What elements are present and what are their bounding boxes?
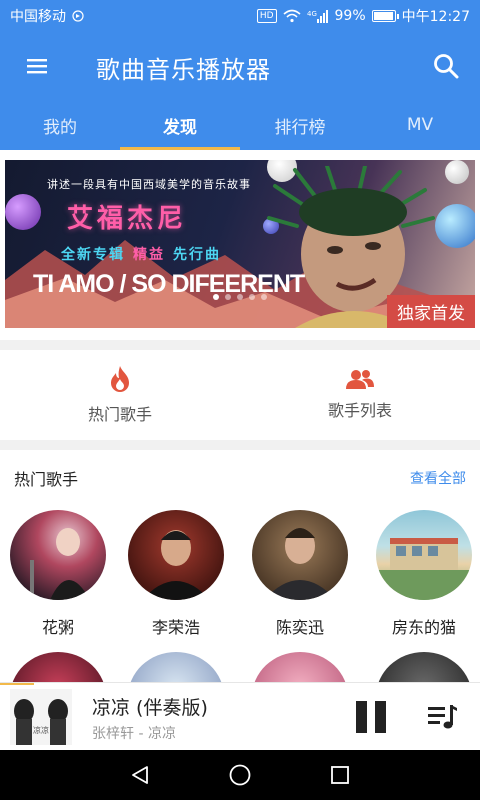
nav-back-button[interactable] (120, 755, 160, 795)
app-title: 歌曲音乐播放器 (96, 56, 271, 84)
tab-bar: 我的 发现 排行榜 MV (0, 100, 480, 150)
avatar (10, 510, 106, 600)
section-title: 热门歌手 (14, 470, 79, 489)
album-name: 精益 (133, 247, 165, 263)
avatar (252, 510, 348, 600)
avatar (376, 510, 472, 600)
mini-player: 凉凉 凉凉 (伴奏版) 张梓轩 - 凉凉 (0, 682, 480, 750)
pause-button[interactable] (356, 701, 386, 733)
avatar-art (376, 538, 472, 600)
planet-white (445, 160, 469, 184)
queue-button[interactable] (428, 703, 458, 731)
tab-discover[interactable]: 发现 (120, 100, 240, 150)
banner-section: 讲述一段具有中国西域美学的音乐故事 艾福杰尼 全新专辑 精益 先行曲 TI AM… (0, 150, 480, 340)
hd-badge: HD (256, 9, 277, 23)
battery-icon (371, 10, 399, 22)
menu-button[interactable] (20, 52, 54, 80)
recents-icon (331, 766, 349, 784)
avatar-art (264, 528, 336, 600)
search-icon (434, 54, 459, 79)
signal-icon: 4G (307, 10, 328, 23)
banner-album-line: 全新专辑 精益 先行曲 (61, 244, 221, 264)
carousel-dot[interactable] (225, 294, 231, 300)
app-bar: 歌曲音乐播放器 (0, 32, 480, 100)
nav-recents-button[interactable] (320, 755, 360, 795)
quick-links: 热门歌手 歌手列表 (0, 350, 480, 440)
singer-avatar-partial[interactable] (376, 652, 472, 682)
playlist-queue-icon (428, 705, 457, 729)
tab-mv[interactable]: MV (360, 100, 480, 150)
battery-percent: 99% (334, 8, 366, 24)
view-all-link[interactable]: 查看全部 (410, 468, 466, 488)
playback-progress (0, 683, 34, 685)
carousel-dots (213, 294, 267, 300)
singer-card[interactable]: 花粥 (10, 510, 106, 638)
status-right: HD 4G 99% 中午12:27 (256, 6, 470, 26)
exclusive-badge[interactable]: 独家首发 (387, 295, 475, 328)
album-cover[interactable]: 凉凉 (10, 689, 72, 745)
avatar-art (30, 528, 90, 600)
hot-singers-section: 热门歌手 查看全部 花粥 李荣浩 陈奕迅 房东的猫 (0, 450, 480, 682)
pause-icon-bar (356, 701, 367, 733)
promo-banner[interactable]: 讲述一段具有中国西域美学的音乐故事 艾福杰尼 全新专辑 精益 先行曲 TI AM… (5, 160, 475, 328)
now-playing-subtitle: 张梓轩 - 凉凉 (92, 726, 176, 742)
album-cover-art: 凉凉 (10, 689, 72, 745)
tab-label: 我的 (43, 117, 77, 138)
singer-avatar-partial[interactable] (252, 652, 348, 682)
avatar (128, 510, 224, 600)
svg-text:凉凉: 凉凉 (33, 725, 49, 735)
nav-home-button[interactable] (220, 755, 260, 795)
hot-singers-link[interactable]: 热门歌手 (0, 350, 240, 440)
search-button[interactable] (430, 50, 462, 82)
singer-avatar-partial[interactable] (128, 652, 224, 682)
singer-card[interactable]: 房东的猫 (376, 510, 472, 638)
battery-fill (373, 12, 394, 20)
hamburger-menu-icon (27, 59, 47, 74)
people-icon (346, 370, 374, 389)
singer-name: 李荣浩 (151, 618, 200, 637)
carousel-dot[interactable] (213, 294, 219, 300)
status-left: 中国移动 (10, 6, 257, 26)
tab-charts[interactable]: 排行榜 (240, 100, 360, 150)
pause-icon-bar (375, 701, 386, 733)
tab-label: 发现 (163, 117, 197, 138)
album-suffix: 先行曲 (173, 247, 221, 263)
banner-tagline: 讲述一段具有中国西域美学的音乐故事 (47, 178, 251, 191)
singer-card[interactable]: 李荣浩 (128, 510, 224, 638)
singer-name: 陈奕迅 (275, 618, 324, 637)
tab-mine[interactable]: 我的 (0, 100, 120, 150)
back-icon (132, 766, 148, 784)
carrier-label: 中国移动 (10, 9, 66, 25)
carousel-dot[interactable] (237, 294, 243, 300)
singer-name: 房东的猫 (391, 618, 456, 637)
planet-purple (5, 194, 41, 230)
clock: 中午12:27 (401, 9, 470, 25)
wifi-icon (282, 9, 301, 23)
carousel-dot[interactable] (249, 294, 255, 300)
singer-avatar-partial[interactable] (10, 652, 106, 682)
tab-label: 排行榜 (274, 117, 326, 138)
system-nav-bar (0, 750, 480, 800)
svg-text:4G: 4G (307, 10, 317, 18)
status-bar: 中国移动 HD 4G 99% 中午12:27 (0, 0, 480, 32)
tab-label: MV (406, 115, 434, 135)
singer-name: 花粥 (41, 618, 74, 637)
sync-icon (72, 10, 84, 22)
banner-artist: 艾福杰尼 (67, 204, 188, 234)
now-playing-title: 凉凉 (伴奏版) (92, 697, 208, 719)
home-icon (229, 764, 251, 786)
album-prefix: 全新专辑 (61, 247, 125, 263)
avatar-art (142, 530, 210, 600)
singer-list-link[interactable]: 歌手列表 (240, 350, 480, 440)
flame-icon (111, 366, 129, 392)
singer-card[interactable]: 陈奕迅 (252, 510, 348, 638)
carousel-dot[interactable] (261, 294, 267, 300)
singer-list-label: 歌手列表 (327, 401, 392, 420)
hot-singers-label: 热门歌手 (87, 405, 152, 424)
planet-blue-large (435, 204, 475, 248)
